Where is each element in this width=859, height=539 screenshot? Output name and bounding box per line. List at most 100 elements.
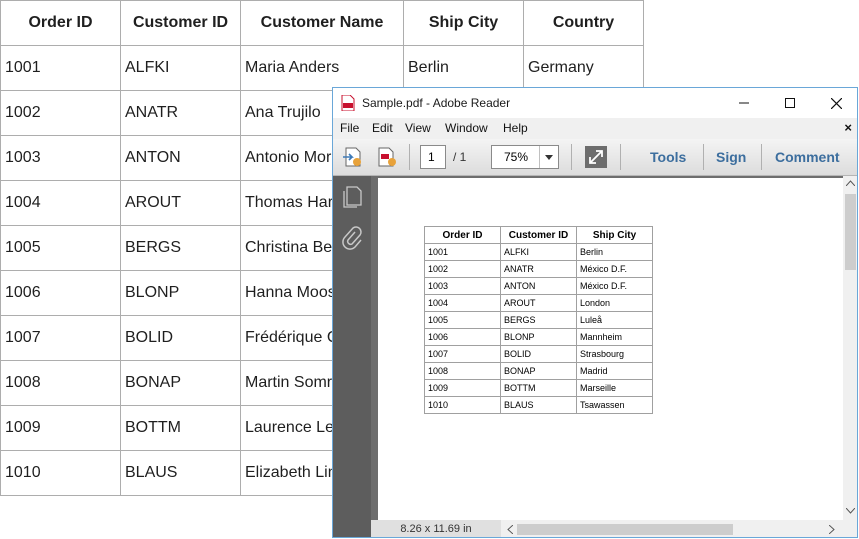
vertical-scroll-thumb[interactable]	[845, 194, 856, 270]
document-area[interactable]: Order ID Customer ID Ship City 1001 ALFKI…	[371, 176, 843, 520]
page-number-input[interactable]: 1	[420, 145, 446, 169]
chevron-up-icon[interactable]	[846, 180, 855, 186]
grid-cell[interactable]: 1008	[0, 360, 121, 406]
tools-link[interactable]: Tools	[650, 149, 686, 165]
pdf-cell: 1010	[424, 396, 501, 414]
chevron-left-icon[interactable]	[507, 525, 513, 534]
toolbar: 1 / 1 75% Tools Sign Comment	[333, 139, 857, 176]
menu-file[interactable]: File	[340, 121, 359, 135]
export-pdf-icon[interactable]	[375, 145, 399, 169]
zoom-value: 75%	[504, 150, 529, 164]
menu-edit[interactable]: Edit	[372, 121, 393, 135]
attachments-icon[interactable]	[341, 226, 363, 250]
pdf-header-ship-city: Ship City	[576, 226, 653, 244]
vertical-scrollbar[interactable]	[843, 176, 857, 520]
grid-cell[interactable]: BERGS	[120, 225, 241, 271]
chevron-down-icon[interactable]	[846, 508, 855, 514]
pdf-cell: Tsawassen	[576, 396, 653, 414]
horizontal-scroll-thumb[interactable]	[517, 524, 733, 535]
pdf-cell: 1001	[424, 243, 501, 261]
grid-cell[interactable]: 1005	[0, 225, 121, 271]
toolbar-separator	[703, 144, 704, 170]
menu-help[interactable]: Help	[503, 121, 528, 135]
grid-cell[interactable]: ANATR	[120, 90, 241, 136]
grid-cell[interactable]: BONAP	[120, 360, 241, 406]
pdf-table-row: 1002 ANATR México D.F.	[424, 260, 653, 278]
pdf-cell: BOLID	[500, 345, 577, 363]
pdf-table-row: 1007 BOLID Strasbourg	[424, 345, 653, 363]
grid-cell[interactable]: 1010	[0, 450, 121, 496]
chevron-right-icon[interactable]	[829, 525, 835, 534]
pdf-cell: BLONP	[500, 328, 577, 346]
pdf-cell: 1005	[424, 311, 501, 329]
pdf-cell: Berlin	[576, 243, 653, 261]
sign-link[interactable]: Sign	[716, 149, 746, 165]
page-thumbnails-icon[interactable]	[341, 185, 363, 209]
toolbar-separator	[571, 144, 572, 170]
grid-cell[interactable]: 1006	[0, 270, 121, 316]
grid-cell[interactable]: 1001	[0, 45, 121, 91]
comment-link[interactable]: Comment	[775, 149, 840, 165]
toolbar-separator	[620, 144, 621, 170]
grid-cell[interactable]: Berlin	[403, 45, 524, 91]
close-icon	[830, 97, 842, 109]
pdf-header-order-id: Order ID	[424, 226, 501, 244]
pdf-cell: ALFKI	[500, 243, 577, 261]
grid-cell[interactable]: Germany	[523, 45, 644, 91]
grid-row[interactable]: 1001 ALFKI Maria Anders Berlin Germany	[0, 45, 644, 91]
fullscreen-icon[interactable]	[584, 145, 608, 169]
grid-cell[interactable]: ALFKI	[120, 45, 241, 91]
pdf-cell: Strasbourg	[576, 345, 653, 363]
grid-header-country[interactable]: Country	[523, 0, 644, 46]
pdf-header-customer-id: Customer ID	[500, 226, 577, 244]
menu-window[interactable]: Window	[445, 121, 488, 135]
minimize-icon	[739, 102, 749, 104]
page-size-label: 8.26 x 11.69 in	[371, 520, 501, 537]
grid-cell[interactable]: BOLID	[120, 315, 241, 361]
grid-cell[interactable]: 1007	[0, 315, 121, 361]
pdf-table: Order ID Customer ID Ship City 1001 ALFKI…	[424, 226, 653, 414]
grid-header-customer-name[interactable]: Customer Name	[240, 0, 404, 46]
grid-header-ship-city[interactable]: Ship City	[403, 0, 524, 46]
window-title: Sample.pdf - Adobe Reader	[362, 96, 511, 110]
pdf-table-row: 1009 BOTTM Marseille	[424, 379, 653, 397]
pdf-cell: AROUT	[500, 294, 577, 312]
pdf-cell: 1002	[424, 260, 501, 278]
zoom-select[interactable]: 75%	[491, 145, 559, 169]
pdf-cell: BERGS	[500, 311, 577, 329]
create-pdf-icon[interactable]	[341, 145, 365, 169]
close-button[interactable]	[813, 88, 857, 118]
grid-header-customer-id[interactable]: Customer ID	[120, 0, 241, 46]
grid-cell[interactable]: BLONP	[120, 270, 241, 316]
pdf-cell: 1008	[424, 362, 501, 380]
grid-header-order-id[interactable]: Order ID	[0, 0, 121, 46]
pdf-cell: 1007	[424, 345, 501, 363]
close-document-button[interactable]: ×	[844, 120, 852, 135]
chevron-down-icon[interactable]	[539, 146, 558, 168]
grid-cell[interactable]: AROUT	[120, 180, 241, 226]
grid-cell[interactable]: 1003	[0, 135, 121, 181]
grid-cell[interactable]: 1004	[0, 180, 121, 226]
pdf-cell: 1004	[424, 294, 501, 312]
pdf-cell: México D.F.	[576, 277, 653, 295]
pdf-table-row: 1003 ANTON México D.F.	[424, 277, 653, 295]
maximize-button[interactable]	[767, 88, 813, 118]
menu-view[interactable]: View	[405, 121, 431, 135]
status-bar: 8.26 x 11.69 in	[371, 520, 857, 537]
pdf-cell: ANATR	[500, 260, 577, 278]
grid-cell[interactable]: BLAUS	[120, 450, 241, 496]
title-bar[interactable]: Sample.pdf - Adobe Reader	[333, 88, 857, 118]
grid-cell[interactable]: BOTTM	[120, 405, 241, 451]
grid-cell[interactable]: 1009	[0, 405, 121, 451]
grid-cell[interactable]: ANTON	[120, 135, 241, 181]
grid-cell[interactable]: Maria Anders	[240, 45, 404, 91]
pdf-cell: 1006	[424, 328, 501, 346]
grid-cell[interactable]: 1002	[0, 90, 121, 136]
navigation-pane	[333, 176, 371, 537]
pdf-cell: 1009	[424, 379, 501, 397]
pdf-cell: 1003	[424, 277, 501, 295]
pdf-file-icon	[341, 95, 355, 111]
toolbar-separator	[409, 144, 410, 170]
minimize-button[interactable]	[721, 88, 767, 118]
pdf-table-row: 1004 AROUT London	[424, 294, 653, 312]
